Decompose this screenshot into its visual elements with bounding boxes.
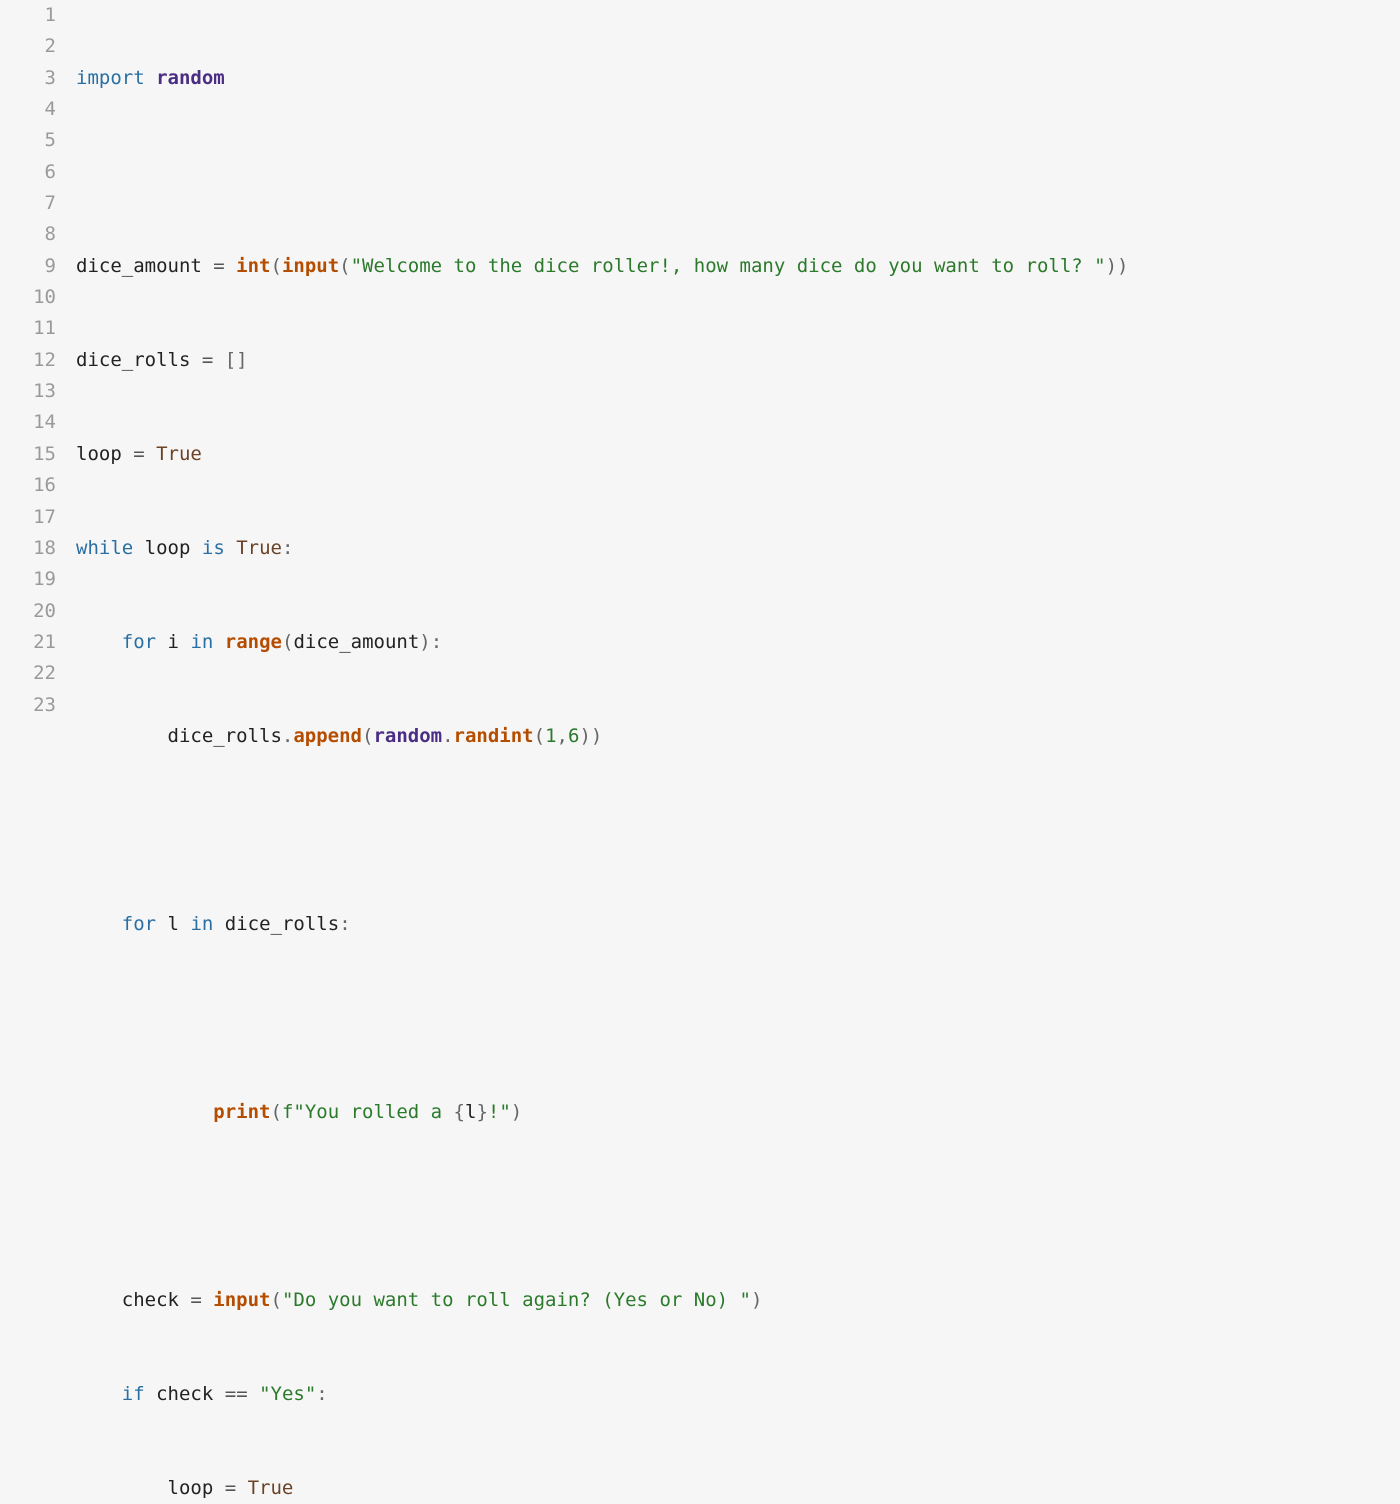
line-number: 23 [0,690,56,721]
code-line[interactable]: loop = True [70,439,1400,470]
line-number: 18 [0,533,56,564]
code-line[interactable] [70,1003,1400,1034]
code-line[interactable]: dice_amount = int(input("Welcome to the … [70,251,1400,282]
line-number: 15 [0,439,56,470]
line-number: 5 [0,125,56,156]
code-line[interactable]: loop = True [70,1473,1400,1504]
line-number: 17 [0,502,56,533]
code-line[interactable] [70,157,1400,188]
code-line[interactable]: dice_rolls.append(random.randint(1,6)) [70,721,1400,752]
code-line[interactable]: if check == "Yes": [70,1379,1400,1410]
code-line[interactable]: check = input("Do you want to roll again… [70,1285,1400,1316]
line-number-gutter: 1 2 3 4 5 6 7 8 9 10 11 12 13 14 15 16 1… [0,0,70,1504]
line-number: 20 [0,596,56,627]
line-number: 2 [0,31,56,62]
code-area[interactable]: import random dice_amount = int(input("W… [70,0,1400,1504]
line-number: 1 [0,0,56,31]
line-number: 22 [0,658,56,689]
code-line[interactable]: for i in range(dice_amount): [70,627,1400,658]
line-number: 10 [0,282,56,313]
line-number: 6 [0,157,56,188]
code-editor[interactable]: 1 2 3 4 5 6 7 8 9 10 11 12 13 14 15 16 1… [0,0,1400,1504]
keyword: import [76,67,145,89]
code-line[interactable]: while loop is True: [70,533,1400,564]
line-number: 3 [0,63,56,94]
code-line[interactable] [70,1191,1400,1222]
line-number: 9 [0,251,56,282]
line-number: 19 [0,564,56,595]
code-line[interactable] [70,815,1400,846]
line-number: 12 [0,345,56,376]
code-line[interactable]: print(f"You rolled a {l}!") [70,1097,1400,1128]
code-line[interactable]: import random [70,63,1400,94]
line-number: 11 [0,313,56,344]
line-number: 14 [0,407,56,438]
line-number: 21 [0,627,56,658]
code-line[interactable]: for l in dice_rolls: [70,909,1400,940]
line-number: 13 [0,376,56,407]
line-number: 16 [0,470,56,501]
line-number: 4 [0,94,56,125]
line-number: 8 [0,219,56,250]
module: random [156,67,225,89]
code-line[interactable]: dice_rolls = [] [70,345,1400,376]
line-number: 7 [0,188,56,219]
